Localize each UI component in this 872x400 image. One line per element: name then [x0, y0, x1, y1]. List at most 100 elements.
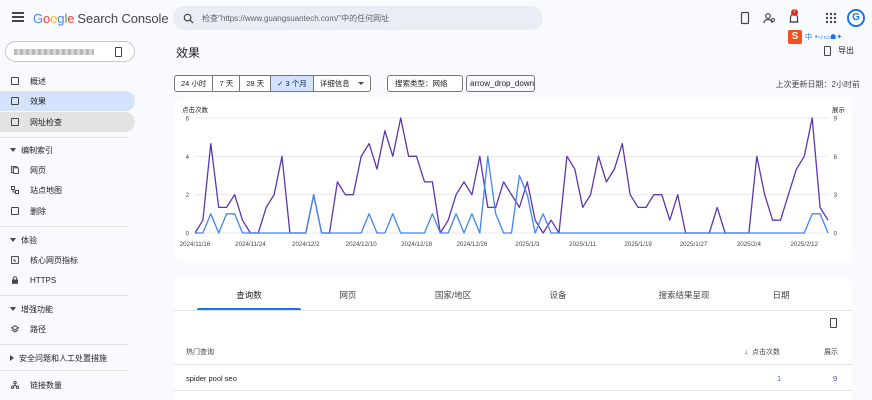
- avatar[interactable]: G: [847, 9, 865, 27]
- expand-icon: [10, 355, 14, 361]
- search-type-filter[interactable]: 搜索类型：网络: [387, 75, 463, 92]
- x-tick-label: 2024/12/26: [456, 241, 488, 248]
- sidebar-item-pages[interactable]: 网页: [0, 160, 135, 180]
- pages-icon: [11, 166, 19, 174]
- tab-search-appearance[interactable]: 搜索结果呈现: [632, 289, 736, 301]
- extension-s-icon[interactable]: S: [788, 30, 802, 44]
- right-tick-label: 0: [834, 232, 838, 238]
- tab-devices[interactable]: 设备: [506, 289, 610, 301]
- sidebar-divider: [0, 226, 128, 227]
- tab-pages[interactable]: 网页: [296, 289, 400, 301]
- tab-countries[interactable]: 国家/地区: [401, 289, 505, 301]
- tab-queries[interactable]: 查询数: [197, 289, 301, 301]
- sidebar-item-https[interactable]: HTTPS: [0, 270, 135, 290]
- right-tick-label: 3: [834, 193, 838, 199]
- sidebar-item-breadcrumbs[interactable]: 路径: [0, 319, 135, 339]
- sidebar-divider: [0, 137, 128, 138]
- x-tick-label: 2024/12/10: [346, 241, 378, 248]
- left-tick-label: 0: [186, 232, 190, 238]
- sidebar-item-removals[interactable]: 删除: [0, 201, 135, 221]
- sidebar-item-label: 链接数量: [30, 380, 62, 390]
- sidebar-divider: [0, 295, 128, 296]
- download-icon[interactable]: [830, 318, 837, 328]
- url-inspect-search[interactable]: [173, 6, 543, 30]
- column-header-clicks-label: 点击次数: [752, 349, 780, 356]
- x-tick-label: 2024/11/16: [180, 241, 211, 248]
- layers-icon: [11, 325, 19, 333]
- section-enhancements[interactable]: 增强功能: [0, 300, 135, 318]
- sitemap-icon: [11, 186, 19, 194]
- sidebar-item-links[interactable]: 链接数量: [0, 375, 135, 395]
- x-tick-label: 2025/1/19: [624, 241, 652, 248]
- right-tick-label: 9: [834, 117, 838, 123]
- filter-24h[interactable]: 24 小时: [175, 76, 214, 91]
- left-tick-label: 4: [186, 155, 190, 161]
- sidebar-item-core-web-vitals[interactable]: 核心网页指标: [0, 250, 135, 270]
- filter-3m[interactable]: ✓ 3 个月: [271, 76, 314, 91]
- x-tick-label: 2025/1/11: [569, 241, 597, 248]
- filter-7d[interactable]: 7 天: [213, 76, 241, 91]
- sidebar-item-label: 核心网页指标: [30, 255, 78, 265]
- add-filter-button[interactable]: arrow_drop_down: [466, 75, 535, 92]
- collapse-icon: [10, 307, 16, 311]
- section-experience[interactable]: 体验: [0, 231, 135, 249]
- tab-divider: [174, 310, 852, 311]
- x-tick-label: 2025/1/3: [515, 241, 540, 248]
- column-header-impressions[interactable]: 展示: [824, 347, 838, 357]
- left-tick-label: 2: [186, 193, 190, 199]
- section-security[interactable]: 安全问题和人工处置措施: [0, 349, 135, 367]
- filter-28d[interactable]: 28 天: [240, 76, 272, 91]
- collapse-icon: [10, 238, 16, 242]
- links-icon: [11, 381, 19, 389]
- column-header-clicks[interactable]: ↓ 点击次数: [744, 347, 780, 357]
- apps-grid-icon[interactable]: [824, 11, 838, 25]
- x-tick-label: 2025/1/27: [680, 241, 708, 248]
- google-search-console-logo[interactable]: Google Search Console: [33, 11, 169, 26]
- extension-toolbar: S 中 •◦♪▭☗✦: [788, 30, 842, 44]
- section-label: 体验: [21, 235, 37, 245]
- tab-dates[interactable]: 日期: [729, 289, 833, 301]
- section-label: 增强功能: [21, 304, 53, 314]
- x-tick-label: 2025/2/12: [790, 241, 818, 248]
- page-title: 效果: [176, 46, 201, 60]
- left-tick-label: 6: [186, 117, 190, 123]
- row-divider: [174, 390, 852, 391]
- sidebar-item-label: 路径: [30, 324, 46, 334]
- search-input[interactable]: [202, 13, 522, 23]
- sidebar-item-url-inspection[interactable]: 网址检查: [0, 112, 135, 132]
- sidebar-item-performance[interactable]: 效果: [0, 91, 135, 111]
- table-row-query[interactable]: spider pool seo: [186, 374, 237, 383]
- chevron-down-icon: [357, 82, 364, 85]
- last-updated-text: 上次更新日期：2小时前: [775, 80, 860, 89]
- filter-details[interactable]: 详细信息: [314, 76, 370, 91]
- date-range-filter: 24 小时 7 天 28 天 ✓ 3 个月 详细信息: [174, 75, 371, 92]
- sidebar-item-label: HTTPS: [30, 275, 57, 285]
- sidebar-item-overview[interactable]: 概述: [0, 71, 135, 91]
- extension-lang-label[interactable]: 中: [805, 32, 812, 42]
- sort-down-icon: ↓: [744, 347, 748, 356]
- sidebar-item-label: 站点地图: [30, 185, 62, 195]
- x-tick-label: 2024/11/24: [235, 241, 266, 248]
- extension-tools-icon[interactable]: •◦♪▭☗✦: [815, 33, 842, 41]
- sidebar-item-label: 概述: [30, 76, 46, 86]
- removals-icon: [11, 207, 19, 215]
- top-bar: GoogleSearch Console 7 G: [0, 0, 872, 36]
- performance-chart[interactable]: 6 9 4 6 2 3 0 0 2024/11/16 2024/11/24 2024/12/2 202…: [174, 99, 852, 261]
- menu-icon[interactable]: [12, 12, 24, 22]
- sidebar-item-sitemaps[interactable]: 站点地图: [0, 180, 135, 200]
- x-tick-label: 2024/12/18: [401, 241, 433, 248]
- overview-icon: [11, 77, 19, 85]
- speed-icon: [11, 256, 19, 264]
- product-name: Search Console: [77, 11, 169, 26]
- export-icon: [824, 45, 831, 56]
- sidebar-item-label: 删除: [30, 206, 46, 216]
- phone-icon[interactable]: [738, 11, 752, 25]
- export-button[interactable]: 导出: [824, 45, 854, 56]
- property-name-redacted: [14, 48, 94, 55]
- section-indexing[interactable]: 编制索引: [0, 141, 135, 159]
- impressions-series-line: [194, 117, 829, 234]
- manage-users-icon[interactable]: [762, 11, 776, 25]
- x-tick-label: 2025/2/4: [737, 241, 762, 248]
- property-selector[interactable]: [5, 41, 135, 62]
- search-icon: [183, 13, 194, 24]
